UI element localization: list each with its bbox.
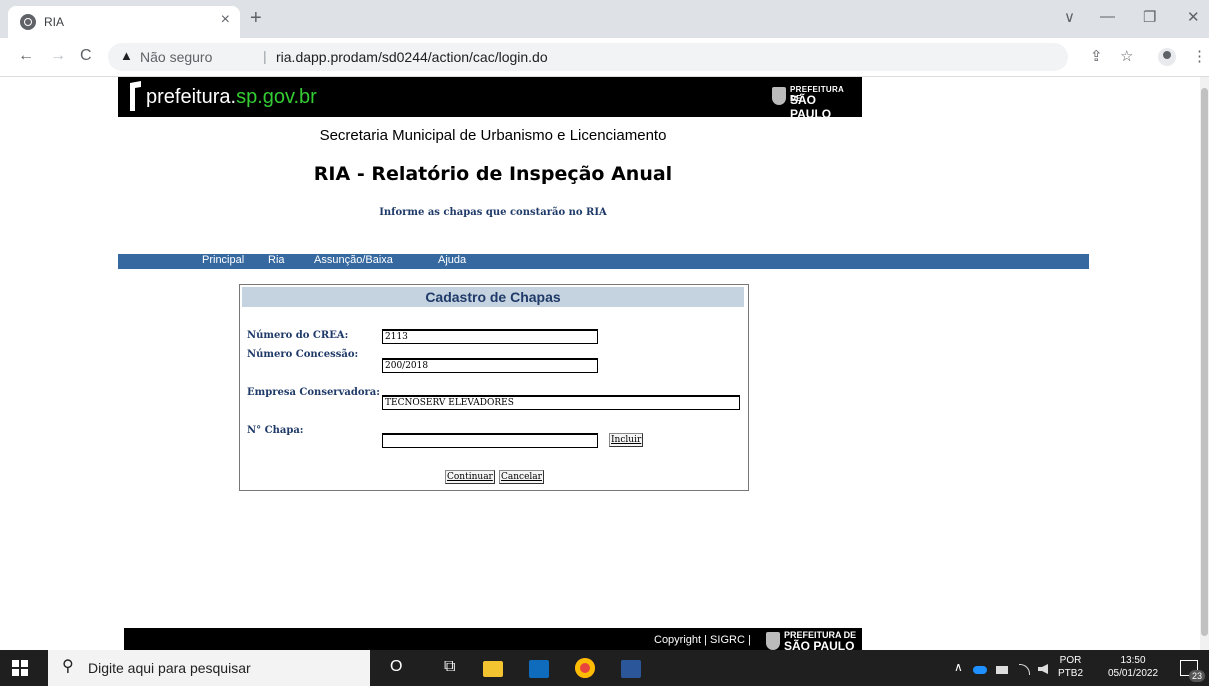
search-placeholder: Digite aqui para pesquisar [88, 660, 251, 676]
bookmark-star-icon[interactable]: ☆ [1120, 47, 1133, 65]
menu-item-ajuda[interactable]: Ajuda [438, 254, 466, 267]
onedrive-icon[interactable] [973, 666, 987, 674]
cadastro-chapas-panel: Cadastro de Chapas Número do CREA: 2113 … [239, 284, 749, 491]
language-indicator[interactable]: POR PTB2 [1058, 654, 1083, 680]
share-icon[interactable]: ⇪ [1090, 47, 1103, 65]
footer-crest-icon [766, 632, 780, 650]
browser-menu-icon[interactable]: ⋮ [1192, 47, 1207, 65]
windows-taskbar: ⚲ Digite aqui para pesquisar O ⧉ ∧ POR P… [0, 650, 1209, 686]
menu-item-ria[interactable]: Ria [268, 254, 285, 267]
page-content: prefeitura.sp.gov.br PREFEITURA DE SÃO P… [0, 77, 1200, 650]
globe-icon [20, 14, 36, 30]
url-separator: | [263, 48, 267, 64]
crea-input[interactable]: 2113 [382, 329, 598, 344]
menu-item-principal[interactable]: Principal [202, 254, 244, 267]
search-icon: ⚲ [62, 658, 74, 675]
empresa-label: Empresa Conservadora: [247, 387, 380, 398]
scrollbar-thumb[interactable] [1201, 88, 1208, 636]
portal-header-bar: prefeitura.sp.gov.br PREFEITURA DE SÃO P… [118, 77, 862, 121]
minimize-button[interactable]: — [1100, 8, 1115, 25]
prefeitura-logo-icon [130, 81, 141, 111]
crea-label: Número do CREA: [247, 330, 349, 341]
concessao-label: Número Concessão: [247, 349, 359, 360]
cancelar-button[interactable]: Cancelar [499, 470, 544, 484]
continuar-button[interactable]: Continuar [445, 470, 495, 484]
browser-tab[interactable]: RIA × [8, 6, 240, 38]
outlook-icon[interactable] [529, 660, 549, 678]
copyright-text: Copyright | SIGRC | [654, 634, 751, 646]
security-label[interactable]: Não seguro [140, 49, 212, 65]
task-view-icon[interactable]: ⧉ [444, 658, 455, 682]
taskbar-search-box[interactable]: ⚲ Digite aqui para pesquisar [48, 650, 370, 686]
close-tab-icon[interactable]: × [221, 11, 230, 29]
new-tab-button[interactable]: + [250, 7, 262, 30]
tab-search-icon[interactable]: ∨ [1064, 8, 1075, 26]
network-icon[interactable] [996, 666, 1008, 674]
word-icon[interactable] [621, 660, 641, 678]
file-explorer-icon[interactable] [483, 661, 503, 677]
prefeitura-sp-badge: PREFEITURA DE SÃO PAULO [772, 85, 852, 121]
tab-title: RIA [44, 15, 65, 29]
empresa-input[interactable]: TECNOSERV ELEVADORES [382, 395, 740, 410]
page-footer: Copyright | SIGRC | PREFEITURA DE SÃO PA… [124, 628, 862, 650]
incluir-button[interactable]: Incluir [609, 433, 644, 447]
volume-icon[interactable] [1038, 664, 1048, 674]
forward-button[interactable]: → [50, 47, 66, 65]
cortana-icon[interactable]: O [390, 658, 402, 682]
window-close-button[interactable]: ✕ [1187, 8, 1200, 26]
warning-icon[interactable]: ▲ [120, 48, 133, 63]
restore-button[interactable]: ❐ [1143, 8, 1156, 26]
profile-avatar-icon[interactable] [1158, 48, 1176, 66]
instruction-text: Informe as chapas que constarão no RIA [379, 207, 607, 218]
concessao-input[interactable]: 200/2018 [382, 358, 598, 373]
wifi-icon[interactable] [1019, 664, 1030, 675]
chapa-label: N° Chapa: [247, 425, 304, 436]
tray-chevron-icon[interactable]: ∧ [954, 660, 963, 684]
windows-start-icon[interactable] [12, 660, 28, 676]
back-button[interactable]: ← [18, 47, 34, 65]
sp-crest-icon [772, 87, 786, 105]
browser-tab-strip: RIA × + ∨ — ❐ ✕ [0, 0, 1209, 38]
main-menu-bar: Principal Ria Assunção/Baixa Ajuda [118, 254, 1089, 269]
address-bar[interactable]: ▲ Não seguro | ria.dapp.prodam/sd0244/ac… [108, 43, 1068, 71]
panel-heading: Cadastro de Chapas [242, 287, 744, 307]
chrome-icon[interactable] [575, 658, 595, 678]
chapa-input[interactable] [382, 433, 598, 448]
notification-badge: 23 [1189, 670, 1205, 682]
clock[interactable]: 13:50 05/01/2022 [1100, 654, 1166, 680]
url-text[interactable]: ria.dapp.prodam/sd0244/action/cac/login.… [276, 49, 548, 65]
menu-item-assuncao-baixa[interactable]: Assunção/Baixa [314, 254, 393, 267]
browser-toolbar: ← → C ▲ Não seguro | ria.dapp.prodam/sd0… [0, 38, 1209, 77]
secretaria-heading: Secretaria Municipal de Urbanismo e Lice… [319, 127, 667, 144]
portal-logo-text[interactable]: prefeitura.sp.gov.br [146, 86, 317, 109]
reload-button[interactable]: C [80, 47, 92, 65]
page-title: RIA - Relatório de Inspeção Anual [313, 163, 673, 185]
